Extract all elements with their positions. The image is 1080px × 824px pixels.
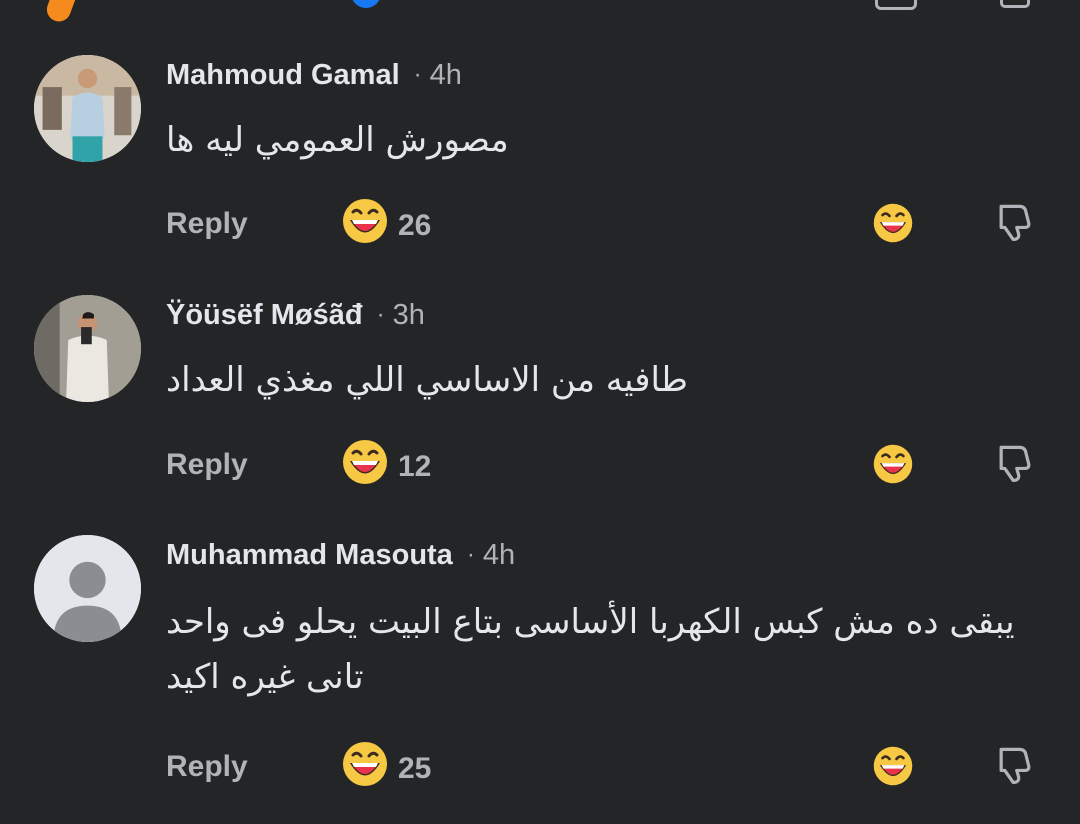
reaction-count[interactable]: 12 (398, 450, 431, 484)
comment-actions: Reply 25 (0, 740, 1080, 796)
timestamp[interactable]: 4h (483, 539, 515, 572)
comment-meta: Ÿöüsëf Møśãđ · 3h (166, 295, 425, 335)
reply-button[interactable]: Reply (166, 207, 248, 241)
comment-text: طافيه من الاساسي اللي مغذي العداد (166, 360, 688, 400)
comments-screen: Mahmoud Gamal · 4h مصورش العمومي ليه ها … (0, 0, 1080, 824)
avatar-photo (34, 295, 141, 402)
author-name[interactable]: Muhammad Masouta (166, 539, 453, 572)
avatar[interactable] (34, 535, 141, 642)
comment-text: مصورش العمومي ليه ها (166, 120, 509, 160)
avatar[interactable] (34, 295, 141, 402)
reaction-count[interactable]: 26 (398, 209, 431, 243)
timestamp[interactable]: 3h (393, 299, 425, 332)
reaction-count[interactable]: 25 (398, 752, 431, 786)
thumbs-down-icon[interactable] (992, 440, 1036, 484)
comment-text: يبقى ده مش كبس الكهربا الأساسى بتاع البي… (166, 602, 1015, 697)
clipped-blue-shape (351, 0, 381, 8)
previous-comment-actions-clipped (0, 0, 1080, 30)
laughing-emoji-icon[interactable] (341, 197, 389, 245)
reply-button[interactable]: Reply (166, 448, 248, 482)
separator-dot: · (413, 61, 422, 88)
separator-dot: · (376, 301, 385, 328)
thumbs-down-icon[interactable] (992, 742, 1036, 786)
avatar-photo (34, 55, 141, 162)
laughing-emoji-icon[interactable] (872, 745, 914, 787)
default-avatar-icon (34, 535, 141, 642)
clipped-orange-shape (43, 0, 81, 25)
thumbs-down-icon[interactable] (992, 199, 1036, 243)
clipped-icon (1000, 0, 1030, 8)
comment-meta: Muhammad Masouta · 4h (166, 535, 515, 575)
comment-actions: Reply 26 (0, 197, 1080, 253)
separator-dot: · (466, 541, 475, 568)
timestamp[interactable]: 4h (430, 59, 462, 92)
laughing-emoji-icon[interactable] (872, 202, 914, 244)
laughing-emoji-icon[interactable] (341, 438, 389, 486)
laughing-emoji-icon[interactable] (872, 443, 914, 485)
laughing-emoji-icon[interactable] (341, 740, 389, 788)
comment-actions: Reply 12 (0, 438, 1080, 494)
clipped-icon (875, 0, 917, 10)
author-name[interactable]: Mahmoud Gamal (166, 59, 400, 92)
reply-button[interactable]: Reply (166, 750, 248, 784)
author-name[interactable]: Ÿöüsëf Møśãđ (166, 299, 363, 332)
comment-meta: Mahmoud Gamal · 4h (166, 55, 462, 95)
avatar[interactable] (34, 55, 141, 162)
